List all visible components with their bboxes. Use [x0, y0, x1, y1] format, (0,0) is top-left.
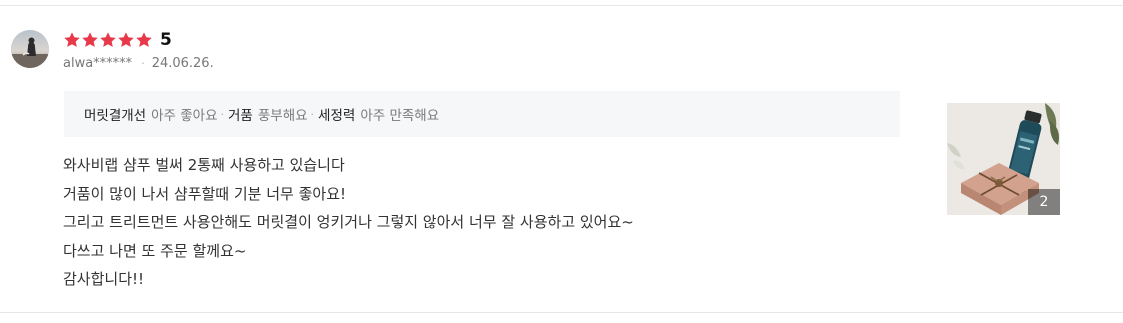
review-meta: alwa****** · 24.06.26.	[63, 56, 214, 71]
top-divider	[0, 5, 1123, 6]
survey-item: 세정력 아주 만족해요	[318, 104, 439, 124]
survey-summary: 머릿결개선 아주 좋아요 · 거품 풍부해요 · 세정력 아주 만족해요	[64, 91, 900, 137]
next-arrow-icon[interactable]	[1116, 146, 1123, 164]
survey-key: 거품	[228, 108, 253, 124]
review-line: 다쓰고 나면 또 주문 할께요~	[63, 241, 247, 260]
survey-item: 거품 풍부해요	[228, 104, 308, 124]
survey-item: 머릿결개선 아주 좋아요	[84, 104, 218, 124]
review-line: 거품이 많이 나서 샴푸할때 기분 너무 좋아요!	[63, 184, 347, 203]
rating-value: 5	[160, 30, 172, 50]
survey-value: 아주 만족해요	[360, 108, 440, 124]
bottom-divider	[0, 312, 1123, 313]
survey-key: 세정력	[318, 108, 356, 124]
avatar[interactable]	[11, 30, 49, 68]
review-line: 감사합니다!!	[63, 270, 145, 288]
survey-separator: ·	[310, 107, 315, 121]
survey-key: 머릿결개선	[84, 108, 147, 124]
star-icon	[100, 32, 116, 47]
star-icon	[64, 32, 80, 47]
review-photo-thumbnail[interactable]: 2	[947, 103, 1060, 215]
review-date: 24.06.26.	[151, 56, 214, 71]
avatar-photo	[11, 30, 49, 68]
survey-value: 아주 좋아요	[151, 108, 218, 124]
star-icon	[118, 32, 134, 47]
survey-value: 풍부해요	[257, 108, 308, 124]
review-text: 와사비랩 샴푸 벌써 2통째 사용하고 있습니다 거품이 많이 나서 샴푸할때 …	[63, 151, 893, 294]
star-icon	[136, 32, 152, 47]
photo-count-badge: 2	[1028, 189, 1060, 215]
review-card: 5 alwa****** · 24.06.26. 머릿결개선 아주 좋아요 · …	[0, 0, 1123, 323]
rating-row: 5	[63, 28, 172, 52]
author-username: alwa******	[63, 56, 133, 71]
star-icon	[82, 32, 98, 47]
review-line: 그리고 트리트먼트 사용안해도 머릿결이 엉키거나 그렇지 않아서 너무 잘 사…	[63, 213, 634, 231]
survey-separator: ·	[220, 107, 225, 121]
star-rating	[63, 31, 153, 49]
review-line: 와사비랩 샴푸 벌써 2통째 사용하고 있습니다	[63, 156, 345, 174]
meta-separator: ·	[141, 57, 145, 70]
